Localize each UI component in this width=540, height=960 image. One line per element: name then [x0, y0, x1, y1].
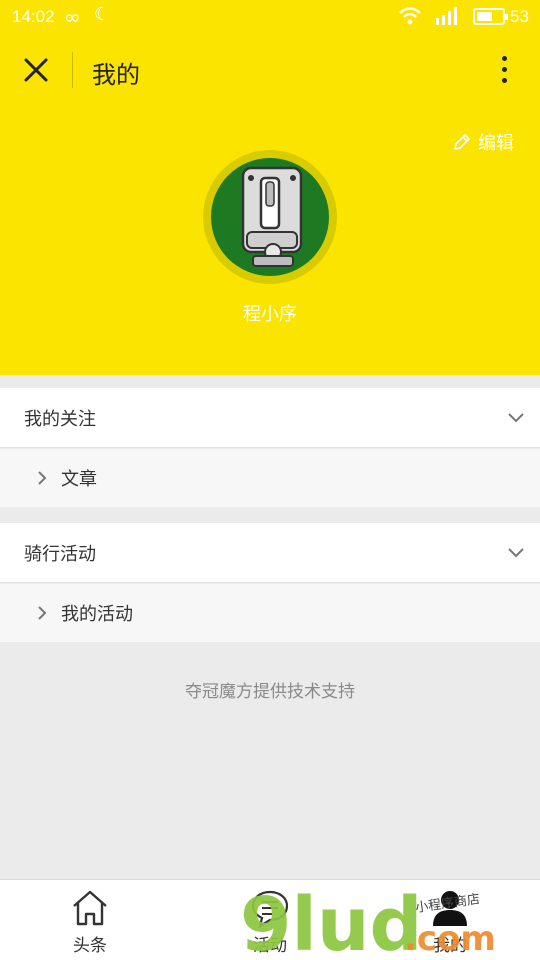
section-title: 我的关注: [24, 409, 96, 430]
nav-divider: [72, 52, 73, 88]
tab-headlines[interactable]: 头条: [0, 880, 180, 960]
avatar[interactable]: [203, 150, 337, 284]
section-header-cycling[interactable]: 骑行活动: [0, 523, 540, 583]
pencil-icon: [454, 134, 470, 150]
status-bar: 14:02 ∞ ☾ 53: [0, 0, 540, 34]
robot-avatar-icon: [241, 166, 303, 267]
home-icon: [73, 890, 107, 926]
more-menu-icon[interactable]: [490, 52, 518, 88]
section-header-follow[interactable]: 我的关注: [0, 388, 540, 448]
chevron-right-icon: [38, 471, 47, 485]
chevron-down-icon: [508, 413, 524, 423]
battery-level: 53: [510, 7, 529, 26]
section-title: 骑行活动: [24, 544, 96, 565]
moon-icon: ☾: [94, 4, 111, 25]
bottom-tab-bar: 头条 活动 我的: [0, 879, 540, 960]
battery-icon: [473, 8, 508, 25]
user-icon: [433, 891, 467, 926]
chevron-down-icon: [508, 548, 524, 558]
tab-activities[interactable]: 活动: [180, 880, 360, 960]
list-item-label: 文章: [61, 469, 97, 490]
tab-mine[interactable]: 我的: [360, 880, 540, 960]
close-icon[interactable]: [18, 52, 54, 88]
list-item-label: 我的活动: [61, 604, 133, 625]
list-item-articles[interactable]: 文章: [0, 449, 540, 507]
edit-label: 编辑: [478, 133, 514, 154]
tab-label: 活动: [253, 936, 287, 956]
tab-label: 我的: [433, 936, 467, 956]
page-title: 我的: [92, 61, 140, 89]
chat-list-icon: [251, 890, 289, 928]
list-item-my-activities[interactable]: 我的活动: [0, 584, 540, 642]
profile-header: 14:02 ∞ ☾ 53 我的 编辑 程小序: [0, 0, 540, 375]
avatar-image: [211, 158, 329, 276]
chevron-right-icon: [38, 606, 47, 620]
status-time: 14:02: [12, 7, 55, 26]
wifi-icon: [399, 7, 421, 25]
infinity-icon: ∞: [64, 5, 81, 29]
edit-profile-button[interactable]: 编辑: [452, 128, 514, 156]
tab-label: 头条: [73, 936, 107, 956]
top-nav: 我的: [0, 40, 540, 100]
tech-support-text: 夺冠魔方提供技术支持: [185, 682, 355, 702]
signal-icon: [436, 7, 457, 25]
username: 程小序: [243, 304, 297, 325]
